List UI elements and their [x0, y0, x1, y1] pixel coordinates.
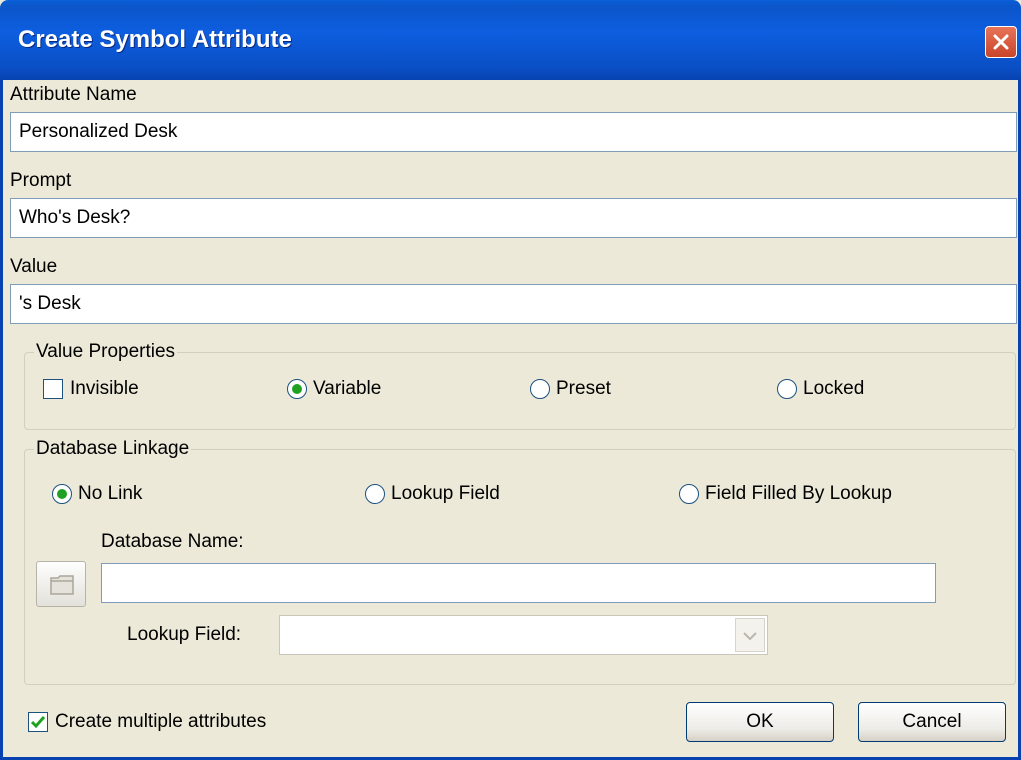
window-title: Create Symbol Attribute [18, 26, 292, 53]
prompt-label: Prompt [10, 170, 72, 191]
lookup-field-radio-label: Lookup Field [391, 483, 500, 504]
check-icon [30, 716, 46, 729]
database-name-label: Database Name: [101, 531, 244, 552]
attribute-name-input[interactable]: Personalized Desk [10, 112, 1017, 152]
preset-label: Preset [556, 378, 611, 399]
variable-radio[interactable] [287, 379, 307, 399]
title-bar: Create Symbol Attribute [0, 0, 1021, 80]
close-icon [993, 34, 1009, 50]
cancel-button[interactable]: Cancel [858, 702, 1006, 742]
variable-label: Variable [313, 378, 382, 399]
preset-radio[interactable] [530, 379, 550, 399]
radio-selected-dot [292, 384, 302, 394]
invisible-checkbox[interactable] [43, 379, 63, 399]
radio-selected-dot [57, 489, 67, 499]
chevron-down-icon [743, 632, 757, 641]
locked-radio[interactable] [777, 379, 797, 399]
invisible-label: Invisible [70, 378, 139, 399]
value-label: Value [10, 256, 58, 277]
value-properties-group [24, 352, 1016, 430]
lookup-field-select[interactable] [279, 615, 768, 655]
browse-database-button[interactable] [36, 561, 86, 607]
attribute-name-label: Attribute Name [10, 84, 137, 105]
create-multiple-checkbox[interactable] [28, 712, 48, 732]
prompt-input[interactable]: Who's Desk? [10, 198, 1017, 238]
ok-button[interactable]: OK [686, 702, 834, 742]
field-filled-radio[interactable] [679, 484, 699, 504]
lookup-field-combo-label: Lookup Field: [127, 624, 242, 645]
locked-label: Locked [803, 378, 865, 399]
no-link-label: No Link [78, 483, 143, 504]
close-button[interactable] [985, 26, 1017, 58]
database-linkage-legend: Database Linkage [34, 438, 192, 460]
database-name-input[interactable] [101, 563, 936, 603]
field-filled-label: Field Filled By Lookup [705, 483, 892, 504]
folder-icon [50, 575, 74, 595]
lookup-field-radio[interactable] [365, 484, 385, 504]
no-link-radio[interactable] [52, 484, 72, 504]
value-properties-legend: Value Properties [34, 341, 178, 363]
lookup-field-dropdown-button[interactable] [735, 618, 765, 652]
create-multiple-label: Create multiple attributes [55, 711, 267, 732]
value-input[interactable]: 's Desk [10, 284, 1017, 324]
